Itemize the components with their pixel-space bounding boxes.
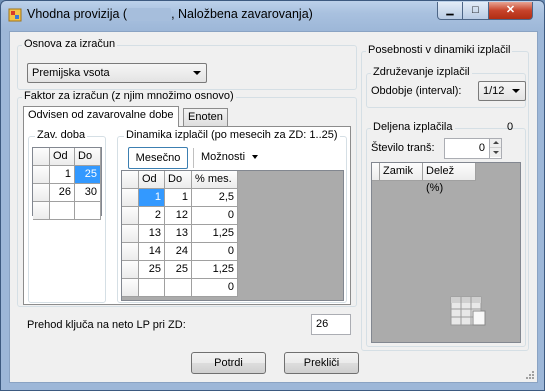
minimize-icon: ▁ — [446, 5, 454, 15]
chevron-down-icon — [252, 155, 259, 160]
prehod-input[interactable]: 26 — [311, 314, 351, 335]
stevilo-stepper[interactable]: 0 — [444, 138, 502, 159]
close-icon: ✕ — [505, 4, 516, 16]
table-cell[interactable] — [50, 202, 75, 220]
row-header[interactable] — [33, 202, 50, 220]
row-header[interactable] — [33, 184, 50, 202]
table-cell[interactable]: 25 — [139, 261, 165, 279]
table-cell[interactable]: 25 — [165, 261, 192, 279]
osnova-select-value: Premijska vsota — [32, 67, 110, 79]
mesecno-label: Mesečno — [135, 152, 181, 164]
row-header[interactable] — [122, 261, 139, 279]
row-header[interactable] — [122, 189, 139, 207]
mesecno-button[interactable]: Mesečno — [128, 147, 188, 169]
potrdi-label: Potrdi — [214, 357, 243, 369]
table-cell[interactable]: 2 — [139, 207, 165, 225]
row-header-corner — [372, 163, 380, 181]
toolbar-separator — [193, 148, 194, 168]
title-bar[interactable]: Vhodna provizija (, Naložbena zavarovanj… — [1, 1, 544, 29]
table-cell[interactable] — [139, 279, 165, 297]
prehod-label: Prehod ključa na neto LP pri ZD: — [27, 319, 186, 331]
window-title: Vhodna provizija (, Naložbena zavarovanj… — [27, 7, 313, 22]
moznosti-label: Možnosti — [201, 151, 246, 163]
preklici-button[interactable]: Prekliči — [284, 352, 359, 374]
dinamika-grid[interactable]: Od Do % mes. 1 1 2,5 2 12 0 13 13 1,25 1… — [121, 170, 344, 301]
osnova-select[interactable]: Premijska vsota — [27, 63, 207, 83]
potrdi-button[interactable]: Potrdi — [191, 352, 266, 374]
spin-buttons[interactable] — [489, 139, 501, 158]
maximize-button[interactable]: □ — [463, 2, 489, 20]
table-cell[interactable]: 1,25 — [192, 225, 238, 243]
dialog-window: Vhodna provizija (, Naložbena zavarovanj… — [0, 0, 545, 391]
client-area: Osnova za izračun Premijska vsota Faktor… — [9, 31, 538, 383]
preklici-label: Prekliči — [303, 357, 340, 369]
column-header[interactable]: Delež (%) — [423, 163, 476, 194]
stevilo-label: Število tranš: — [371, 142, 435, 154]
table-cell[interactable]: 1 — [165, 189, 192, 207]
maximize-icon: □ — [472, 4, 479, 16]
chevron-down-icon — [193, 71, 201, 75]
table-watermark-icon — [450, 296, 486, 326]
table-cell[interactable]: 24 — [165, 243, 192, 261]
table-cell[interactable]: 12 — [165, 207, 192, 225]
column-header[interactable]: Do — [165, 171, 192, 189]
table-cell[interactable]: 1 — [139, 189, 165, 207]
tab-enoten-label: Enoten — [188, 111, 223, 123]
table-cell[interactable] — [165, 279, 192, 297]
chevron-down-icon — [512, 89, 520, 93]
column-header[interactable]: % mes. — [192, 171, 238, 189]
moznosti-dropdown[interactable]: Možnosti — [201, 151, 259, 163]
obdobje-label: Obdobje (interval): — [371, 85, 462, 97]
table-cell[interactable]: 26 — [50, 184, 75, 202]
row-header-corner — [33, 148, 50, 166]
row-header[interactable] — [122, 279, 139, 297]
row-header-corner — [122, 171, 139, 189]
table-cell[interactable]: 30 — [75, 184, 101, 202]
table-cell[interactable]: 14 — [139, 243, 165, 261]
resize-grip-icon[interactable] — [525, 370, 535, 380]
table-cell[interactable]: 2,5 — [192, 189, 238, 207]
obdobje-select-value: 1/12 — [483, 85, 505, 97]
column-header[interactable]: Zamik — [380, 163, 423, 181]
minimize-button[interactable]: ▁ — [437, 2, 463, 20]
table-cell[interactable]: 0 — [192, 207, 238, 225]
spin-down-icon[interactable] — [490, 148, 501, 157]
table-cell[interactable]: 0 — [192, 279, 238, 297]
faktor-title: Faktor za izračun (z njim množimo osnovo… — [22, 90, 236, 102]
table-cell[interactable]: 0 — [192, 243, 238, 261]
row-header[interactable] — [122, 243, 139, 261]
stevilo-value: 0 — [478, 142, 485, 154]
row-header[interactable] — [122, 225, 139, 243]
close-button[interactable]: ✕ — [489, 2, 533, 20]
zav-doba-grid[interactable]: Od Do 1 25 26 30 — [32, 147, 102, 220]
redacted-area — [127, 8, 172, 22]
transe-grid[interactable]: Zamik Delež (%) — [371, 162, 521, 343]
table-cell[interactable] — [75, 202, 101, 220]
column-header[interactable]: Od — [50, 148, 75, 166]
table-cell[interactable]: 13 — [139, 225, 165, 243]
obdobje-select[interactable]: 1/12 — [478, 81, 526, 101]
column-header[interactable]: Od — [139, 171, 165, 189]
deljena-count: 0 — [507, 121, 514, 133]
tab-odvisen[interactable]: Odvisen od zavarovalne dobe — [23, 106, 179, 127]
table-cell[interactable]: 1,25 — [192, 261, 238, 279]
table-cell[interactable]: 13 — [165, 225, 192, 243]
zdruzevanje-title: Združevanje izplačil — [371, 66, 472, 78]
row-header[interactable] — [33, 166, 50, 184]
deljena-title: Deljena izplačila — [371, 121, 455, 133]
tab-enoten[interactable]: Enoten — [183, 108, 228, 127]
table-cell[interactable]: 25 — [75, 166, 101, 184]
dinamika-title: Dinamika izplačil (po mesecih za ZD: 1..… — [124, 129, 340, 141]
osnova-title: Osnova za izračun — [22, 38, 118, 50]
posebnosti-title: Posebnosti v dinamiki izplačil — [366, 44, 513, 56]
table-cell[interactable]: 1 — [50, 166, 75, 184]
spin-up-icon[interactable] — [490, 139, 501, 148]
zav-doba-title: Zav. doba — [35, 129, 88, 141]
tab-odvisen-label: Odvisen od zavarovalne dobe — [28, 109, 174, 121]
row-header[interactable] — [122, 207, 139, 225]
app-icon — [8, 8, 22, 22]
column-header[interactable]: Do — [75, 148, 101, 166]
